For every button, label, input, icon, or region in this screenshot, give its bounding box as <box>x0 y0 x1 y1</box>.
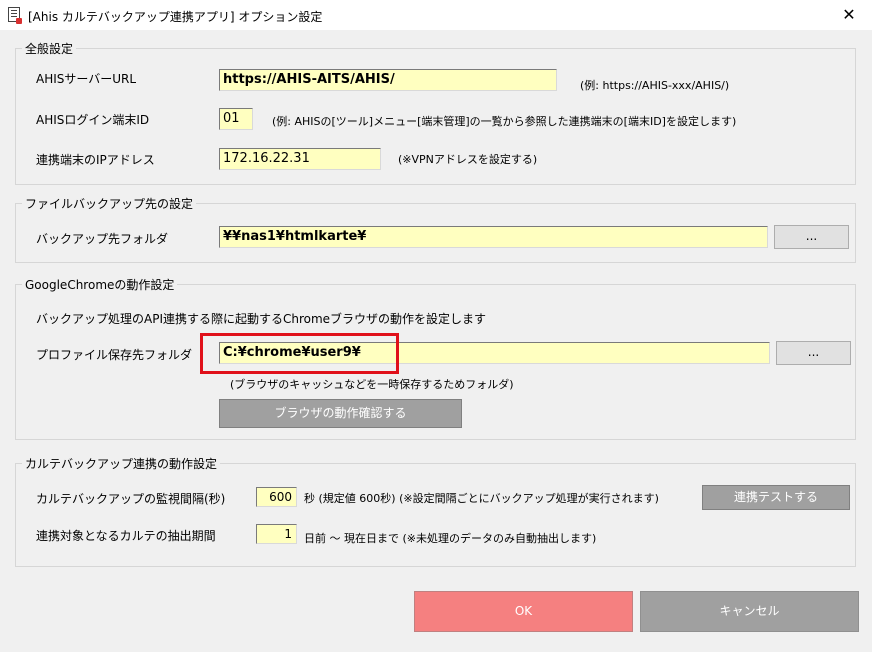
interval-label: カルテバックアップの監視間隔(秒) <box>36 492 226 506</box>
close-button[interactable]: ✕ <box>826 0 872 30</box>
backup-browse-button[interactable]: ... <box>774 225 849 249</box>
period-input[interactable]: 1 <box>256 524 297 544</box>
chrome-description: バックアップ処理のAPI連携する際に起動するChromeブラウザの動作を設定しま… <box>36 312 487 326</box>
title-bar: [Ahis カルテバックアップ連携アプリ] オプション設定 ✕ <box>0 0 872 30</box>
chrome-settings-title: GoogleChromeの動作設定 <box>22 276 178 293</box>
karte-settings-group: カルテバックアップ連携の動作設定 <box>15 455 856 567</box>
general-settings-title: 全般設定 <box>22 40 77 57</box>
profile-folder-hint: (ブラウザのキャッシュなどを一時保存するためフォルダ) <box>230 378 514 391</box>
server-url-label: AHISサーバーURL <box>36 72 137 86</box>
backup-folder-input[interactable]: ¥¥nas1¥htmlkarte¥ <box>219 226 768 248</box>
link-test-button[interactable]: 連携テストする <box>702 485 850 510</box>
app-icon <box>8 7 22 24</box>
server-url-hint: (例: https://AHIS-xxx/AHIS/) <box>580 79 730 92</box>
profile-folder-label: プロファイル保存先フォルダ <box>36 348 193 362</box>
browser-check-button[interactable]: ブラウザの動作確認する <box>219 399 462 428</box>
server-url-input[interactable]: https://AHIS-AITS/AHIS/ <box>219 69 557 91</box>
interval-input[interactable]: 600 <box>256 487 297 507</box>
karte-settings-title: カルテバックアップ連携の動作設定 <box>22 455 221 472</box>
profile-browse-button[interactable]: ... <box>776 341 851 365</box>
cancel-button[interactable]: キャンセル <box>640 591 859 632</box>
ip-address-label: 連携端末のIPアドレス <box>36 153 155 167</box>
login-id-label: AHISログイン端末ID <box>36 113 150 127</box>
window-title: [Ahis カルテバックアップ連携アプリ] オプション設定 <box>28 10 323 24</box>
backup-folder-label: バックアップ先フォルダ <box>36 232 169 246</box>
interval-hint: 秒 (規定値 600秒) (※設定間隔ごとにバックアップ処理が実行されます) <box>304 492 659 505</box>
ip-address-hint: (※VPNアドレスを設定する) <box>398 153 538 166</box>
period-label: 連携対象となるカルテの抽出期間 <box>36 529 216 543</box>
backup-settings-title: ファイルバックアップ先の設定 <box>22 195 197 212</box>
login-id-hint: (例: AHISの[ツール]メニュー[端末管理]の一覧から参照した連携端末の[端… <box>272 115 737 128</box>
login-id-input[interactable]: 01 <box>219 108 253 130</box>
highlight-box <box>200 333 399 374</box>
ip-address-input[interactable]: 172.16.22.31 <box>219 148 381 170</box>
period-hint: 日前 〜 現在日まで (※未処理のデータのみ自動抽出します) <box>304 532 597 545</box>
ok-button[interactable]: OK <box>414 591 633 632</box>
